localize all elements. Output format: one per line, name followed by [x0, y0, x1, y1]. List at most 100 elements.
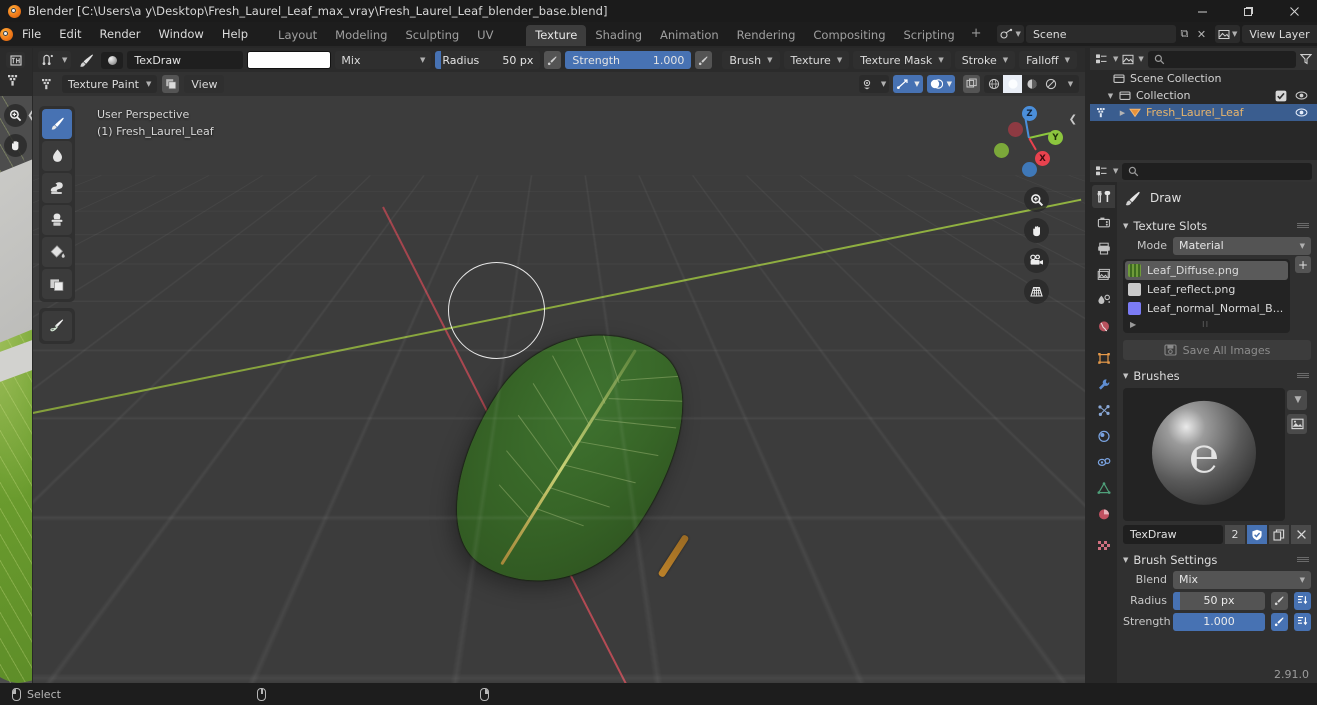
tab-object[interactable] — [1092, 347, 1115, 370]
stroke-popover[interactable]: Stroke ▼ — [954, 51, 1016, 69]
image-pan-icon[interactable] — [4, 134, 27, 157]
image-editor-canvas[interactable]: ❮ — [0, 96, 32, 683]
interaction-mode-select[interactable]: Texture Paint ▼ — [62, 75, 158, 93]
navigation-gizmo[interactable]: Z Y X — [994, 104, 1063, 177]
gizmo-axis-neg-x[interactable] — [1008, 122, 1023, 137]
tab-texture[interactable] — [1092, 535, 1115, 558]
window-maximize-button[interactable] — [1225, 0, 1271, 22]
tab-constraints[interactable] — [1092, 451, 1115, 474]
outliner-display-mode-icon[interactable]: ▼ — [1122, 54, 1144, 65]
falloff-popover[interactable]: Falloff ▼ — [1019, 51, 1078, 69]
view-layer-name-field[interactable]: View Layer — [1242, 25, 1317, 43]
brush-preview-thumbnail[interactable] — [101, 51, 124, 69]
panel-texture-slots-header[interactable]: ▼ Texture Slots — [1123, 216, 1311, 235]
texture-mask-popover[interactable]: Texture Mask ▼ — [853, 51, 951, 69]
tab-object-data[interactable] — [1092, 477, 1115, 500]
3d-viewport[interactable]: User Perspective (1) Fresh_Laurel_Leaf Z… — [33, 96, 1085, 683]
radius-pressure-icon[interactable] — [1271, 591, 1288, 610]
tool-mask-button[interactable] — [42, 269, 72, 299]
brush-browse-dropdown-button[interactable]: ▼ — [1287, 390, 1307, 410]
brush-popover[interactable]: Brush ▼ — [722, 51, 780, 69]
texture-slots-mode-select[interactable]: Material ▼ — [1173, 236, 1311, 255]
menu-help[interactable]: Help — [213, 22, 257, 46]
gizmo-axis-x[interactable]: X — [1035, 151, 1050, 166]
outliner-row-fresh-laurel-leaf[interactable]: ▶ Fresh_Laurel_Leaf — [1090, 104, 1317, 121]
viewport-ortho-perspective-button[interactable] — [1024, 279, 1049, 304]
gizmo-axis-y[interactable]: Y — [1048, 130, 1063, 145]
texture-slot-item[interactable]: Leaf_normal_Normal_B... — [1125, 299, 1288, 318]
tab-rendering[interactable]: Rendering — [728, 25, 805, 46]
tab-shading[interactable]: Shading — [586, 25, 651, 46]
brush-duplicate-icon[interactable] — [1269, 525, 1289, 544]
tool-smear-button[interactable] — [42, 173, 72, 203]
tab-uv-editing[interactable]: UV Editing — [468, 25, 526, 63]
tab-particles[interactable] — [1092, 399, 1115, 422]
tool-clone-button[interactable] — [42, 205, 72, 235]
strength-pressure-icon[interactable] — [1271, 612, 1288, 631]
tab-material[interactable] — [1092, 503, 1115, 526]
brush-unlink-icon[interactable] — [1291, 525, 1311, 544]
shading-options-dropdown[interactable]: ▼ — [1060, 75, 1079, 93]
overlays-toggle[interactable]: ▼ — [926, 75, 955, 93]
gizmo-axis-neg-y[interactable] — [994, 143, 1009, 158]
menu-file[interactable]: File — [13, 22, 50, 46]
outliner-search-input[interactable] — [1147, 50, 1296, 68]
add-workspace-button[interactable]: + — [964, 22, 989, 46]
tab-compositing[interactable]: Compositing — [804, 25, 894, 46]
scene-name-field[interactable]: Scene — [1025, 25, 1176, 43]
tab-scene[interactable] — [1092, 289, 1115, 312]
shading-material-preview-button[interactable] — [1022, 75, 1041, 93]
viewport-camera-button[interactable] — [1024, 248, 1049, 273]
tab-scripting[interactable]: Scripting — [895, 25, 964, 46]
object-expand-triangle[interactable]: ▶ — [1118, 109, 1127, 117]
save-all-images-button[interactable]: Save All Images — [1123, 340, 1311, 360]
xray-toggle[interactable] — [963, 75, 980, 93]
gizmos-toggle[interactable]: ▼ — [893, 75, 923, 93]
brush-strength-slider[interactable]: 1.000 — [1173, 612, 1265, 631]
collection-expand-triangle[interactable]: ▼ — [1106, 92, 1115, 100]
tab-modeling[interactable]: Modeling — [326, 25, 396, 46]
editor-type-3dview-icon[interactable] — [39, 78, 57, 91]
add-texture-slot-button[interactable]: + — [1295, 256, 1311, 273]
radius-pressure-toggle[interactable] — [544, 51, 562, 69]
strength-slider[interactable]: Strength 1.000 — [565, 51, 692, 69]
tab-modifiers[interactable] — [1092, 373, 1115, 396]
brush-name-input[interactable]: TexDraw — [1123, 525, 1223, 544]
tab-texture-paint[interactable]: Texture Paint — [526, 25, 587, 63]
texture-slot-list[interactable]: Leaf_Diffuse.png Leaf_reflect.png Leaf_n… — [1123, 259, 1290, 333]
brush-preview-box[interactable]: ℮ — [1123, 388, 1285, 521]
menu-edit[interactable]: Edit — [50, 22, 90, 46]
tab-layout[interactable]: Layout — [269, 25, 326, 46]
window-close-button[interactable] — [1271, 0, 1317, 22]
outliner-row-collection[interactable]: ▼ Collection — [1090, 87, 1317, 104]
tool-soften-button[interactable] — [42, 141, 72, 171]
tab-physics[interactable] — [1092, 425, 1115, 448]
tab-world[interactable] — [1092, 315, 1115, 338]
collection-checkbox[interactable] — [1275, 90, 1287, 102]
blender-menu-icon[interactable] — [0, 27, 13, 41]
brush-fake-user-shield-icon[interactable] — [1247, 525, 1267, 544]
tool-annotate-button[interactable] — [42, 311, 72, 341]
viewport-sidebar-collapse-arrow[interactable]: ❮ — [1069, 114, 1077, 125]
brush-radius-slider[interactable]: 50 px — [1173, 591, 1265, 610]
gizmo-axis-z[interactable]: Z — [1022, 106, 1037, 121]
menu-window[interactable]: Window — [149, 22, 212, 46]
brush-blend-select[interactable]: Mix ▼ — [1173, 570, 1311, 589]
scene-duplicate-icon[interactable]: ⧉ — [1176, 25, 1193, 43]
snapping-icon[interactable]: ▼ — [38, 51, 72, 69]
editor-type-icon[interactable] — [6, 52, 25, 68]
panel-brushes-header[interactable]: ▼ Brushes — [1123, 366, 1311, 385]
image-paint-mode-icon[interactable] — [7, 74, 23, 88]
viewport-zoom-button[interactable] — [1024, 187, 1049, 212]
texture-popover[interactable]: Texture ▼ — [783, 51, 850, 69]
image-zoom-icon[interactable] — [4, 104, 27, 127]
slot-list-expand-triangle[interactable]: ▶ — [1130, 320, 1136, 329]
paint-mask-toggle-icon[interactable] — [162, 75, 180, 93]
tab-active-tool[interactable] — [1092, 185, 1115, 208]
brush-color-swatch[interactable] — [247, 51, 332, 69]
menu-render[interactable]: Render — [91, 22, 150, 46]
brush-preview-image-button[interactable] — [1287, 414, 1307, 434]
tab-view-layer[interactable] — [1092, 263, 1115, 286]
tool-draw-button[interactable] — [42, 109, 72, 139]
shading-wireframe-button[interactable] — [984, 75, 1003, 93]
